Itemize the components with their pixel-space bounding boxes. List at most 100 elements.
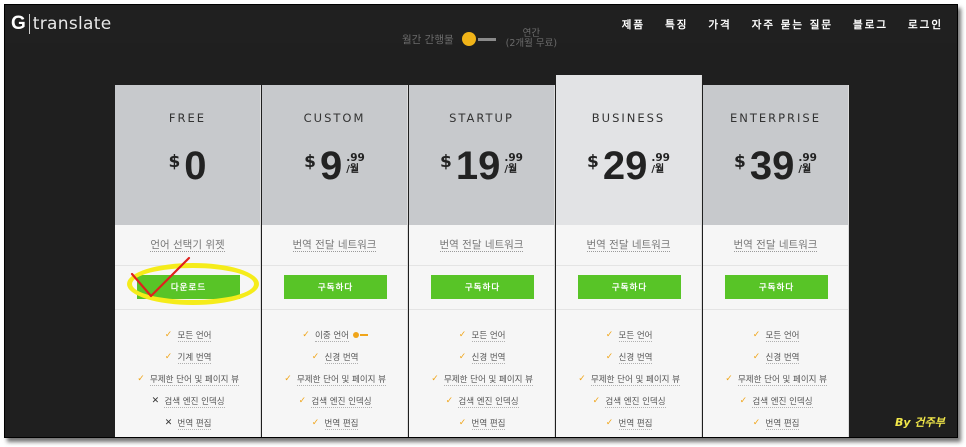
divider — [262, 265, 407, 266]
cross-icon: ✕ — [164, 418, 173, 428]
currency-symbol: $ — [304, 152, 316, 172]
feature-item: ✓ 모든 언어 — [556, 324, 701, 346]
browser-viewport: G translate 월간 간행물 연간 (2개월 무료) 제품 특징 가격 … — [4, 4, 958, 438]
monthly-label: 월간 간행물 — [402, 33, 454, 46]
plan-price: $9.99/월 — [262, 137, 407, 195]
billing-period-toggle[interactable]: 월간 간행물 연간 (2개월 무료) — [402, 29, 557, 49]
check-icon: ✓ — [458, 418, 467, 428]
plan-card-startup: STARTUP $19.99/월번역 전달 네트워크구독하다 ✓ 모든 언어 ✓ 신경 번… — [409, 85, 555, 437]
divider — [262, 309, 407, 310]
check-icon: ✓ — [164, 352, 173, 362]
plan-subtitle-text: 번역 전달 네트워크 — [586, 239, 671, 252]
plan-header: CUSTOM $9.99/월 — [262, 85, 407, 225]
price-cents: .99/월 — [798, 152, 817, 176]
price-amount: 29 — [602, 144, 648, 188]
feature-text: 검색 엔진 인덱싱 — [752, 396, 813, 408]
feature-text: 무제한 단어 및 페이지 뷰 — [443, 374, 533, 386]
feature-text: 모든 언어 — [765, 330, 800, 342]
plan-body: 번역 전달 네트워크구독하다 ✓ 모든 언어 ✓ 신경 번역 ✓ 무제한 단어 및 페이지 … — [409, 225, 554, 437]
check-icon: ✓ — [311, 418, 320, 428]
gtranslate-logo[interactable]: G translate — [11, 12, 111, 36]
feature-item: ✓ 검색 엔진 인덱싱 — [703, 390, 848, 412]
feature-text: 무제한 단어 및 페이지 뷰 — [149, 374, 239, 386]
currency-symbol: $ — [440, 152, 452, 172]
currency-symbol: $ — [734, 152, 746, 172]
subscribe-button[interactable]: 구독하다 — [578, 275, 681, 299]
check-icon: ✓ — [725, 374, 733, 384]
check-icon: ✓ — [458, 352, 467, 362]
check-icon: ✓ — [605, 418, 614, 428]
billing-period: /월 — [651, 164, 665, 175]
top-navigation-bar: G translate 월간 간행물 연간 (2개월 무료) 제품 특징 가격 … — [5, 5, 957, 49]
feature-item: ✓ 무제한 단어 및 페이지 뷰 — [409, 368, 554, 390]
check-icon: ✓ — [605, 330, 614, 340]
plan-subtitle-text: 번역 전달 네트워크 — [439, 239, 524, 252]
feature-item: ✓ 무제한 단어 및 페이지 뷰 — [703, 368, 848, 390]
divider — [409, 265, 554, 266]
billing-period: /월 — [504, 164, 518, 175]
price-amount: 0 — [184, 144, 207, 188]
feature-text: 모든 언어 — [471, 330, 506, 342]
language-toggle-icon[interactable] — [352, 332, 368, 338]
feature-item: ✓ 이중 언어 — [262, 324, 407, 346]
toggle-knob[interactable] — [461, 32, 476, 46]
toggle-track[interactable] — [477, 37, 496, 41]
feature-text: 번역 편집 — [618, 418, 653, 430]
plan-body: 번역 전달 네트워크 구독하다 ✓ 이중 언어 ✓ 신경 번역 ✓ 무제한 단어 및 페이지 … — [262, 225, 407, 437]
main-nav: 제품 특징 가격 자주 묻는 질문 블로그 로그인 — [602, 17, 943, 32]
check-icon: ✓ — [431, 374, 439, 384]
check-icon: ✓ — [164, 330, 173, 340]
nav-pricing[interactable]: 가격 — [708, 17, 731, 32]
plan-subtitle: 번역 전달 네트워크 — [262, 237, 407, 252]
nav-blog[interactable]: 블로그 — [853, 17, 888, 32]
check-icon: ✓ — [458, 330, 467, 340]
annual-label: 연간 (2개월 무료) — [506, 29, 557, 49]
plan-header: ENTERPRISE $39.99/월 — [703, 85, 848, 225]
feature-text: 신경 번역 — [471, 352, 506, 364]
feature-item: ✓ 기계 번역 — [115, 346, 260, 368]
price-amount: 9 — [319, 144, 343, 188]
plan-subtitle: 번역 전달 네트워크 — [409, 237, 554, 252]
divider — [703, 309, 848, 310]
feature-item: ✕ 검색 엔진 인덱싱 — [115, 390, 260, 412]
check-icon: ✓ — [739, 396, 748, 406]
feature-item: ✓ 무제한 단어 및 페이지 뷰 — [115, 368, 260, 390]
plan-name: ENTERPRISE — [729, 111, 822, 125]
feature-text: 신경 번역 — [324, 352, 359, 364]
plan-subtitle-text: 번역 전달 네트워크 — [733, 239, 818, 252]
feature-item: ✓ 모든 언어 — [115, 324, 260, 346]
divider — [556, 309, 701, 310]
plan-header: STARTUP $19.99/월 — [409, 85, 554, 225]
plan-subtitle-text: 번역 전달 네트워크 — [292, 239, 377, 252]
feature-item: ✓ 모든 언어 — [703, 324, 848, 346]
subscribe-button[interactable]: 구독하다 — [725, 275, 828, 299]
plan-card-business: BUSINESS $29.99/월 번역 전달 네트워크 구독하다 ✓ 모든 언어 ✓ 신경 … — [556, 75, 702, 437]
nav-login[interactable]: 로그인 — [908, 17, 943, 32]
feature-item: ✕ 번역 편집 — [115, 412, 260, 434]
feature-text: 검색 엔진 인덱싱 — [458, 396, 519, 408]
feature-text: 번역 편집 — [471, 418, 506, 430]
price-cents: .99/월 — [504, 152, 523, 176]
feature-list: ✓ 이중 언어 ✓ 신경 번역 ✓ 무제한 단어 및 페이지 뷰 ✓ 검색 엔진 인덱싱 ✓ 번역… — [262, 324, 407, 434]
cents-value: .99 — [798, 152, 817, 164]
feature-text: 번역 편집 — [765, 418, 800, 430]
feature-item: ✓ 검색 엔진 인덱싱 — [409, 390, 554, 412]
feature-item: ✓ 번역 편집 — [262, 412, 407, 434]
price-amount: 19 — [455, 144, 501, 188]
check-icon: ✓ — [137, 374, 145, 384]
feature-item: ✓ 무제한 단어 및 페이지 뷰 — [556, 368, 701, 390]
check-icon: ✓ — [311, 352, 320, 362]
feature-list: ✓ 모든 언어 ✓ 신경 번역 ✓ 무제한 단어 및 페이지 뷰 ✓ 검색 엔진 인덱싱 ✓ 번역… — [703, 324, 848, 434]
feature-text: 모든 언어 — [177, 330, 212, 342]
feature-text: 검색 엔진 인덱싱 — [311, 396, 372, 408]
subscribe-button[interactable]: 구독하다 — [431, 275, 534, 299]
subscribe-button[interactable]: 구독하다 — [284, 275, 387, 299]
check-icon: ✓ — [752, 352, 761, 362]
check-icon: ✓ — [284, 374, 292, 384]
price-amount: 39 — [749, 144, 795, 188]
plan-name: CUSTOM — [303, 111, 366, 125]
feature-text: 무제한 단어 및 페이지 뷰 — [590, 374, 680, 386]
nav-features[interactable]: 특징 — [665, 17, 688, 32]
nav-faq[interactable]: 자주 묻는 질문 — [752, 17, 833, 32]
nav-products[interactable]: 제품 — [622, 17, 645, 32]
